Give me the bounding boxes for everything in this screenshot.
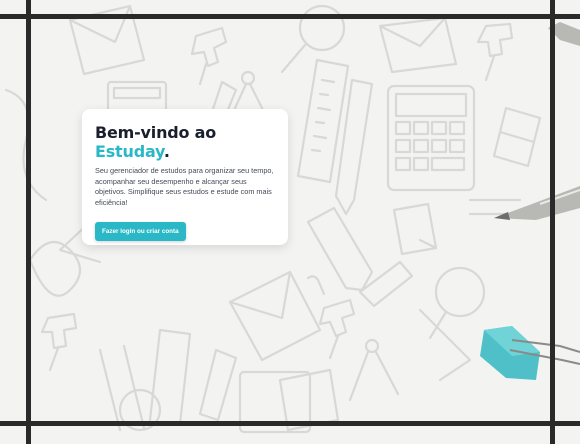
welcome-description: Seu gerenciador de estudos para organiza…: [95, 166, 274, 207]
pen-icon: [494, 22, 580, 220]
landing-page: Bem-vindo ao Estuday. Seu gerenciador de…: [0, 0, 580, 444]
sticky-note-icon: [392, 202, 438, 256]
frame-right-line: [550, 0, 555, 444]
paperclip-icon: [306, 275, 326, 296]
frame-top-line: [0, 14, 580, 19]
brand-suffix: .: [163, 142, 170, 161]
frame-left-line: [26, 0, 31, 444]
welcome-card: Bem-vindo ao Estuday. Seu gerenciador de…: [82, 109, 288, 245]
welcome-title-line1: Bem-vindo ao: [95, 123, 217, 142]
welcome-title: Bem-vindo ao Estuday.: [95, 123, 276, 161]
eraser-icon: [492, 106, 542, 168]
login-signup-button[interactable]: Fazer login ou criar conta: [95, 222, 186, 241]
binder-clip-icon: [480, 326, 580, 380]
frame-bottom-line: [0, 421, 580, 426]
brand-name: Estuday: [95, 142, 164, 161]
